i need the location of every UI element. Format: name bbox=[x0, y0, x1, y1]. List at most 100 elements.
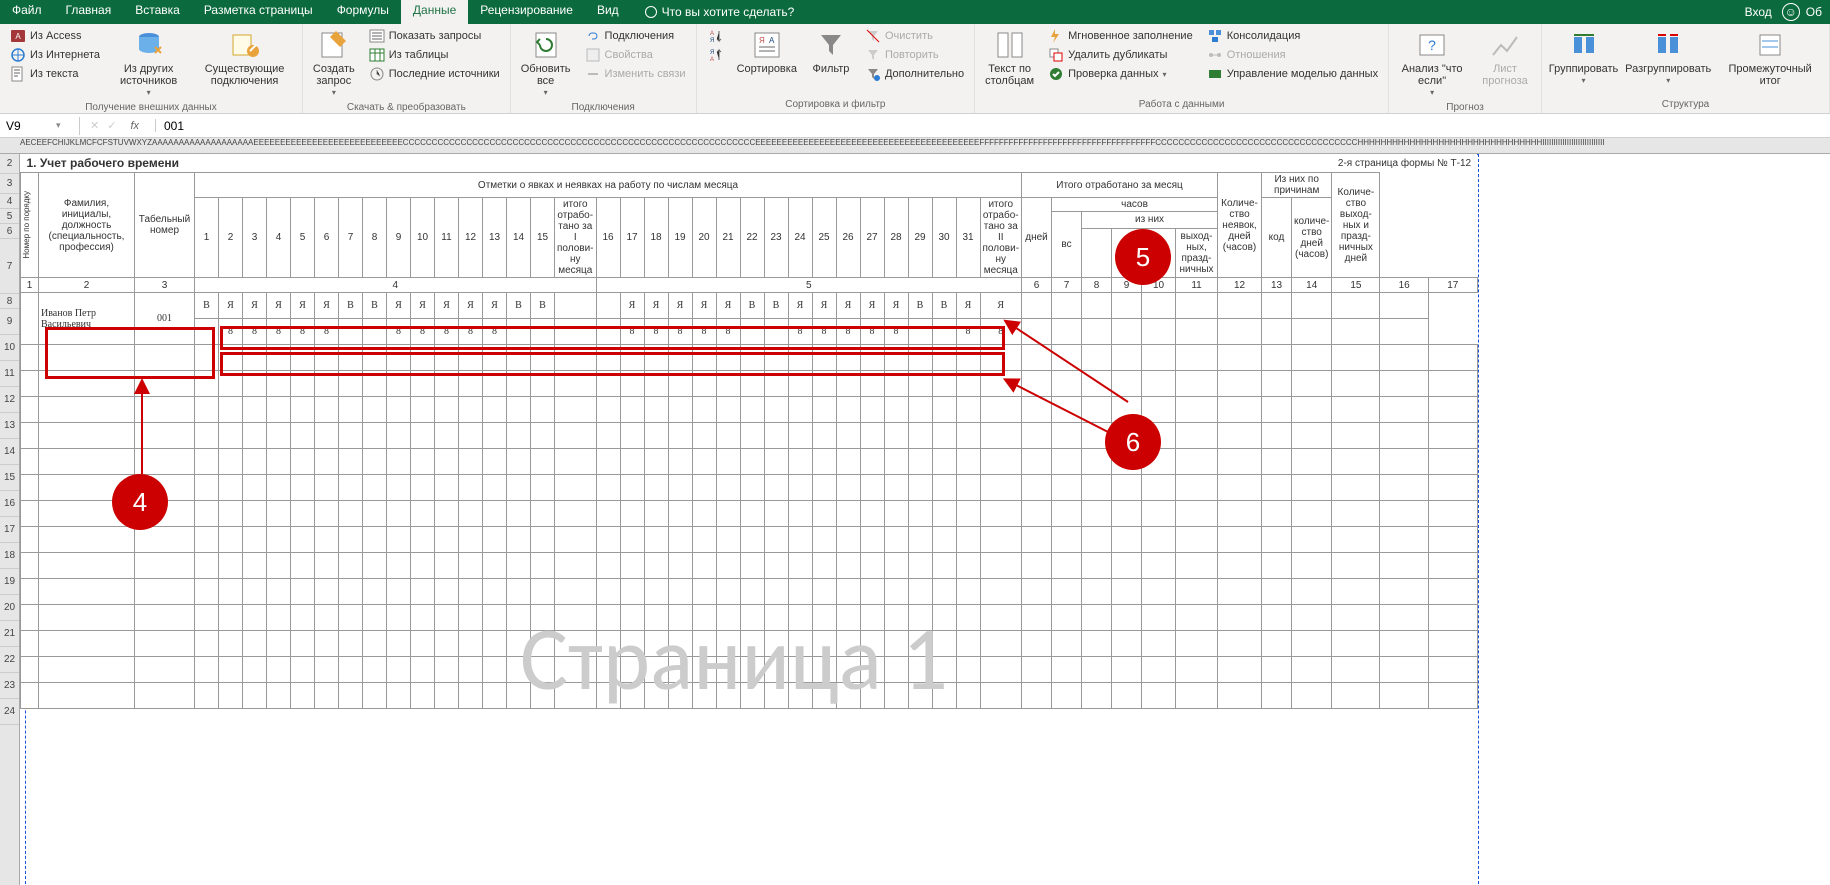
empty-cell[interactable] bbox=[195, 423, 219, 449]
empty-cell[interactable] bbox=[411, 423, 435, 449]
empty-cell[interactable] bbox=[21, 527, 39, 553]
empty-cell[interactable] bbox=[21, 579, 39, 605]
empty-cell[interactable] bbox=[620, 631, 644, 657]
data-cell[interactable]: 8 bbox=[956, 319, 980, 345]
empty-cell[interactable] bbox=[692, 449, 716, 475]
data-cell[interactable]: 8 bbox=[668, 319, 692, 345]
empty-cell[interactable] bbox=[507, 423, 531, 449]
empty-cell[interactable] bbox=[195, 605, 219, 631]
empty-cell[interactable] bbox=[980, 527, 1022, 553]
empty-cell[interactable] bbox=[788, 657, 812, 683]
data-cell[interactable]: 8 bbox=[219, 319, 243, 345]
empty-cell[interactable] bbox=[1332, 605, 1380, 631]
empty-cell[interactable] bbox=[1380, 475, 1429, 501]
empty-cell[interactable] bbox=[716, 683, 740, 709]
empty-cell[interactable] bbox=[195, 553, 219, 579]
empty-cell[interactable] bbox=[980, 345, 1022, 371]
employee-name[interactable]: Иванов Петр Васильевич bbox=[39, 293, 135, 345]
empty-cell[interactable] bbox=[1380, 683, 1429, 709]
empty-cell[interactable] bbox=[1142, 631, 1176, 657]
empty-cell[interactable] bbox=[507, 605, 531, 631]
empty-cell[interactable] bbox=[644, 501, 668, 527]
empty-cell[interactable] bbox=[315, 423, 339, 449]
empty-cell[interactable] bbox=[716, 345, 740, 371]
data-cell[interactable]: 8 bbox=[884, 319, 908, 345]
empty-cell[interactable] bbox=[692, 579, 716, 605]
empty-cell[interactable] bbox=[1262, 397, 1292, 423]
empty-cell[interactable] bbox=[716, 397, 740, 423]
empty-cell[interactable] bbox=[339, 553, 363, 579]
empty-cell[interactable] bbox=[812, 683, 836, 709]
empty-cell[interactable] bbox=[716, 371, 740, 397]
empty-cell[interactable] bbox=[1380, 553, 1429, 579]
empty-cell[interactable] bbox=[387, 501, 411, 527]
empty-cell[interactable] bbox=[1262, 657, 1292, 683]
empty-cell[interactable] bbox=[812, 579, 836, 605]
data-cell[interactable]: Я bbox=[483, 293, 507, 319]
empty-cell[interactable] bbox=[435, 501, 459, 527]
empty-cell[interactable] bbox=[135, 579, 195, 605]
empty-cell[interactable] bbox=[860, 657, 884, 683]
empty-cell[interactable] bbox=[716, 657, 740, 683]
empty-cell[interactable] bbox=[1262, 527, 1292, 553]
empty-cell[interactable] bbox=[764, 449, 788, 475]
empty-cell[interactable] bbox=[1380, 501, 1429, 527]
empty-cell[interactable] bbox=[339, 501, 363, 527]
empty-cell[interactable] bbox=[1332, 527, 1380, 553]
empty-cell[interactable] bbox=[1082, 527, 1112, 553]
empty-cell[interactable] bbox=[1022, 657, 1052, 683]
empty-cell[interactable] bbox=[315, 501, 339, 527]
data-cell[interactable] bbox=[764, 319, 788, 345]
empty-cell[interactable] bbox=[1142, 553, 1176, 579]
empty-cell[interactable] bbox=[1429, 657, 1478, 683]
empty-cell[interactable] bbox=[219, 371, 243, 397]
row-header[interactable]: 23 bbox=[0, 673, 19, 699]
empty-cell[interactable] bbox=[932, 605, 956, 631]
empty-cell[interactable] bbox=[243, 579, 267, 605]
empty-cell[interactable] bbox=[1262, 423, 1292, 449]
empty-cell[interactable] bbox=[596, 683, 620, 709]
empty-cell[interactable] bbox=[243, 475, 267, 501]
empty-cell[interactable] bbox=[1292, 423, 1332, 449]
empty-cell[interactable] bbox=[1176, 579, 1218, 605]
table-row[interactable] bbox=[21, 605, 1478, 631]
empty-cell[interactable] bbox=[620, 683, 644, 709]
empty-cell[interactable] bbox=[740, 527, 764, 553]
empty-cell[interactable] bbox=[644, 475, 668, 501]
empty-cell[interactable] bbox=[596, 631, 620, 657]
empty-cell[interactable] bbox=[411, 683, 435, 709]
empty-cell[interactable] bbox=[1176, 631, 1218, 657]
empty-cell[interactable] bbox=[507, 475, 531, 501]
empty-cell[interactable] bbox=[788, 579, 812, 605]
filter-button[interactable]: Фильтр bbox=[807, 27, 855, 77]
empty-cell[interactable] bbox=[956, 345, 980, 371]
empty-cell[interactable] bbox=[1292, 501, 1332, 527]
empty-cell[interactable] bbox=[219, 449, 243, 475]
empty-cell[interactable] bbox=[135, 605, 195, 631]
tab-layout[interactable]: Разметка страницы bbox=[192, 0, 325, 24]
empty-cell[interactable] bbox=[1142, 657, 1176, 683]
row-header[interactable]: 9 bbox=[0, 309, 19, 335]
empty-cell[interactable] bbox=[39, 553, 135, 579]
empty-cell[interactable] bbox=[1142, 371, 1176, 397]
empty-cell[interactable] bbox=[1176, 475, 1218, 501]
empty-cell[interactable] bbox=[1082, 631, 1112, 657]
empty-cell[interactable] bbox=[195, 631, 219, 657]
empty-cell[interactable] bbox=[740, 423, 764, 449]
empty-cell[interactable] bbox=[291, 397, 315, 423]
empty-cell[interactable] bbox=[1429, 501, 1478, 527]
empty-cell[interactable] bbox=[483, 553, 507, 579]
empty-cell[interactable] bbox=[267, 683, 291, 709]
row-header[interactable]: 22 bbox=[0, 647, 19, 673]
empty-cell[interactable] bbox=[788, 605, 812, 631]
empty-cell[interactable] bbox=[1429, 449, 1478, 475]
empty-cell[interactable] bbox=[243, 397, 267, 423]
empty-cell[interactable] bbox=[1176, 371, 1218, 397]
empty-cell[interactable] bbox=[812, 605, 836, 631]
data-cell[interactable]: Я bbox=[620, 293, 644, 319]
empty-cell[interactable] bbox=[195, 579, 219, 605]
empty-cell[interactable] bbox=[860, 527, 884, 553]
from-web-button[interactable]: Из Интернета bbox=[6, 46, 104, 64]
empty-cell[interactable] bbox=[459, 527, 483, 553]
empty-cell[interactable] bbox=[884, 527, 908, 553]
